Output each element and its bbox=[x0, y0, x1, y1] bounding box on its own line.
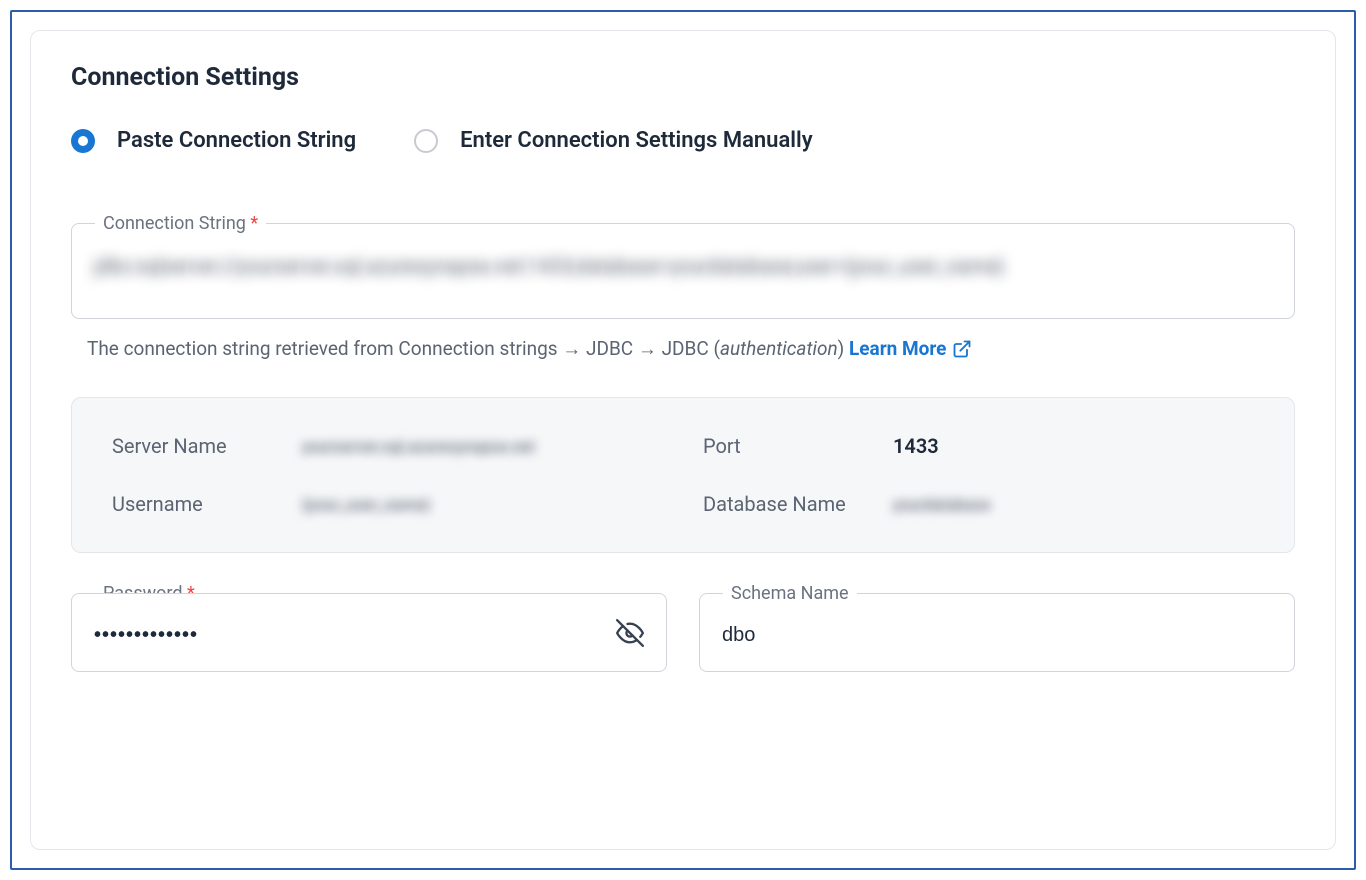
database-name-row: Database Name yourdatabase bbox=[703, 492, 1254, 516]
connection-string-field: Connection String * jdbc:sqlserver://you… bbox=[71, 223, 1295, 319]
server-name-label: Server Name bbox=[112, 434, 302, 458]
connection-string-helper: The connection string retrieved from Con… bbox=[87, 337, 1295, 361]
connection-string-label: Connection String * bbox=[95, 213, 266, 234]
database-name-label: Database Name bbox=[703, 492, 893, 516]
parsed-values-box: Server Name yourserver.sql.azuresynapse.… bbox=[71, 397, 1295, 553]
helper-text-post: ) bbox=[838, 337, 849, 360]
connection-string-value: jdbc:sqlserver://yourserver.sql.azuresyn… bbox=[94, 254, 1004, 278]
connection-string-input[interactable]: jdbc:sqlserver://yourserver.sql.azuresyn… bbox=[71, 223, 1295, 319]
port-value: 1433 bbox=[893, 434, 939, 458]
toggle-password-visibility-button[interactable] bbox=[615, 618, 645, 648]
username-label: Username bbox=[112, 492, 302, 516]
server-name-value: yourserver.sql.azuresynapse.net bbox=[302, 437, 535, 456]
password-field: Password * bbox=[71, 593, 667, 672]
username-row: Username {your_user_name} bbox=[112, 492, 663, 516]
radio-paste-label: Paste Connection String bbox=[117, 128, 356, 153]
schema-name-label-text: Schema Name bbox=[731, 583, 849, 604]
username-value: {your_user_name} bbox=[302, 495, 430, 514]
eye-off-icon bbox=[616, 619, 644, 647]
server-name-row: Server Name yourserver.sql.azuresynapse.… bbox=[112, 434, 663, 458]
port-row: Port 1433 bbox=[703, 434, 1254, 458]
connection-mode-radio-group: Paste Connection String Enter Connection… bbox=[71, 128, 1295, 153]
radio-unselected-icon bbox=[414, 129, 438, 153]
radio-selected-icon bbox=[71, 129, 95, 153]
password-input[interactable] bbox=[71, 593, 667, 672]
schema-name-field: Schema Name bbox=[699, 593, 1295, 672]
radio-paste-connection-string[interactable]: Paste Connection String bbox=[71, 128, 356, 153]
radio-inner-dot-icon bbox=[78, 136, 88, 146]
required-asterisk: * bbox=[250, 213, 258, 234]
outer-frame: Connection Settings Paste Connection Str… bbox=[10, 10, 1356, 870]
helper-text-italic: authentication bbox=[720, 337, 838, 360]
external-link-icon bbox=[952, 339, 972, 359]
learn-more-text: Learn More bbox=[849, 337, 946, 360]
parsed-values-grid: Server Name yourserver.sql.azuresynapse.… bbox=[112, 434, 1254, 516]
password-input-wrap bbox=[71, 593, 667, 672]
port-label: Port bbox=[703, 434, 893, 458]
connection-string-label-text: Connection String bbox=[103, 213, 246, 234]
radio-manual-label: Enter Connection Settings Manually bbox=[460, 128, 813, 153]
section-title: Connection Settings bbox=[71, 63, 1295, 92]
learn-more-link[interactable]: Learn More bbox=[849, 337, 972, 360]
connection-settings-panel: Connection Settings Paste Connection Str… bbox=[30, 30, 1336, 850]
radio-enter-manually[interactable]: Enter Connection Settings Manually bbox=[414, 128, 813, 153]
database-name-value: yourdatabase bbox=[893, 495, 990, 514]
schema-name-label: Schema Name bbox=[723, 583, 857, 604]
schema-name-input[interactable] bbox=[699, 593, 1295, 672]
helper-text-pre: The connection string retrieved from Con… bbox=[87, 337, 720, 360]
password-schema-row: Password * bbox=[71, 593, 1295, 682]
